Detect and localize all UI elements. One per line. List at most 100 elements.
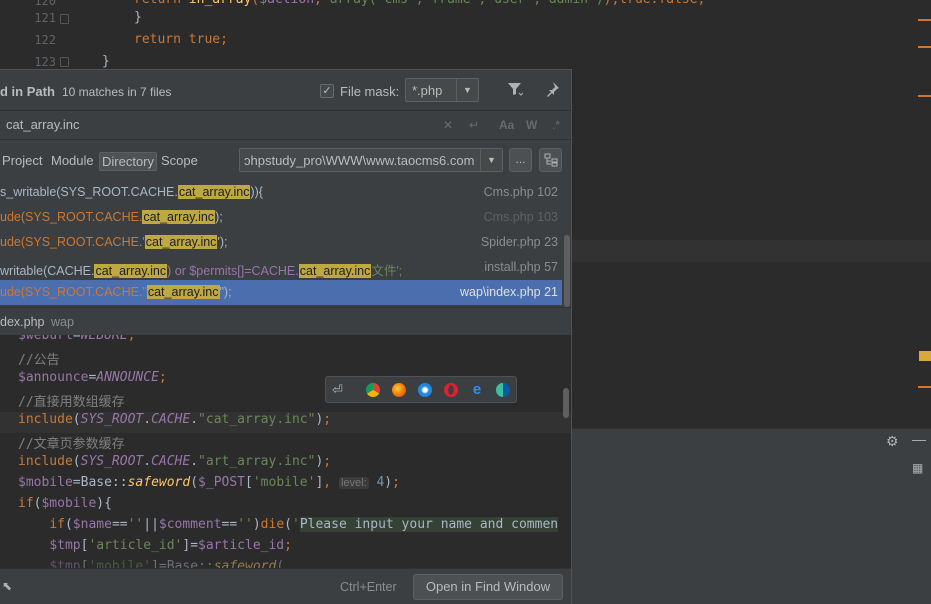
match-count: 10 matches in 7 files	[62, 85, 172, 99]
error-stripe-marker[interactable]	[919, 351, 931, 361]
results-scrollbar-thumb[interactable]	[564, 235, 570, 307]
preview-line-current: include(SYS_ROOT.CACHE."cat_array.inc");	[0, 412, 571, 433]
gear-icon[interactable]: ⚙	[886, 433, 899, 450]
result-text: ude(SYS_ROOT.CACHE."	[0, 285, 147, 299]
result-row[interactable]: writable(CACHE.cat_array.inc) or $permit…	[0, 255, 562, 280]
clear-icon[interactable]: ✕	[443, 118, 453, 132]
browse-button[interactable]: ...	[509, 148, 532, 172]
tab-module[interactable]: Module	[49, 152, 96, 169]
match-highlight: cat_array.inc	[146, 285, 220, 299]
result-text: ');	[217, 235, 228, 249]
filter-icon[interactable]	[507, 81, 524, 100]
preview-line: //直接用数组缓存	[18, 395, 125, 410]
match-highlight: cat_array.inc	[298, 264, 372, 278]
search-row: ✕ ↵ Aa W .*	[0, 110, 571, 140]
result-text: )){	[250, 185, 263, 199]
browser-preview-bar: ⏎ e	[325, 376, 517, 403]
file-mask-value: *.php	[412, 83, 443, 98]
fold-icon[interactable]	[60, 14, 69, 24]
result-row-selected[interactable]: ude(SYS_ROOT.CACHE."cat_array.inc"); wap…	[0, 280, 562, 305]
whole-words-icon[interactable]: W	[526, 118, 537, 132]
pin-icon[interactable]	[544, 81, 560, 100]
opera-icon[interactable]	[444, 383, 458, 397]
find-title: d in Path	[0, 84, 55, 99]
layout-icon[interactable]: ▦	[912, 461, 923, 475]
corner-icon[interactable]: ⬉	[2, 579, 12, 593]
param-hint: level:	[338, 477, 369, 489]
error-stripe-marker[interactable]	[918, 386, 931, 388]
tab-project[interactable]: Project	[0, 152, 44, 169]
preview-file-name: dex.php	[0, 315, 45, 329]
file-mask-label: File mask:	[340, 84, 400, 99]
preview-line: $tmp['article_id']=$article_id;	[49, 538, 292, 553]
search-input[interactable]	[6, 117, 426, 132]
match-highlight: cat_array.inc	[142, 210, 216, 224]
code-line: return in_array($action, array('cms','fr…	[134, 0, 924, 7]
find-footer: ⬉ Ctrl+Enter Open in Find Window	[0, 568, 571, 604]
results-list: s_writable(SYS_ROOT.CACHE.cat_array.inc)…	[0, 180, 562, 307]
wrap-icon[interactable]: ⏎	[332, 383, 346, 397]
result-file: install.php 57	[484, 260, 558, 274]
result-row[interactable]: s_writable(SYS_ROOT.CACHE.cat_array.inc)…	[0, 180, 562, 205]
code-line: }	[134, 10, 142, 25]
line-number: 123	[34, 55, 56, 69]
new-line-icon[interactable]: ↵	[469, 118, 479, 132]
preview-line: $announce=ANNOUNCE;	[18, 370, 167, 385]
directory-combo[interactable]: ɔhpstudy_pro\WWW\www.taocms6.com ▼	[239, 148, 503, 172]
find-in-path-popup: d in Path 10 matches in 7 files ✓ File m…	[0, 69, 572, 604]
line-number: 120	[34, 0, 56, 8]
chevron-down-icon[interactable]: ▼	[456, 79, 478, 101]
preview-line: $weburl=WEBURL;	[18, 335, 136, 343]
preview-line: include(SYS_ROOT.CACHE."art_array.inc");	[18, 454, 332, 469]
code-line: }	[102, 54, 110, 69]
file-mask-combo[interactable]: *.php ▼	[405, 78, 479, 102]
result-text: ");	[219, 285, 232, 299]
safari-icon[interactable]	[418, 383, 432, 397]
preview-line: $tmp['mobile']=Base::safeword(	[49, 559, 285, 568]
open-in-find-window-button[interactable]: Open in Find Window	[413, 574, 563, 600]
result-text: ude(SYS_ROOT.CACHE.'	[0, 235, 145, 249]
result-text: writable(CACHE.	[0, 264, 95, 278]
minimize-icon[interactable]: —	[912, 431, 926, 447]
find-header: d in Path 10 matches in 7 files ✓ File m…	[0, 70, 571, 110]
firefox-icon[interactable]	[392, 383, 406, 397]
result-text: );	[215, 210, 223, 224]
preview-directory: wap	[51, 315, 74, 329]
preview-scrollbar-thumb[interactable]	[563, 388, 569, 418]
chrome-icon[interactable]	[366, 383, 380, 397]
result-text: ude(SYS_ROOT.CACHE.	[0, 210, 143, 224]
recursive-icon[interactable]	[539, 148, 562, 172]
code-preview[interactable]: $weburl=WEBURL; //公告 $announce=ANNOUNCE;…	[0, 335, 571, 568]
preview-line: if($name==''||$comment=='')die('Please i…	[49, 517, 559, 532]
ie-icon[interactable]: e	[470, 382, 484, 397]
current-line-highlight	[560, 240, 931, 262]
chevron-down-icon[interactable]: ▼	[480, 149, 502, 171]
regex-icon[interactable]: .*	[552, 118, 560, 132]
error-stripe-marker[interactable]	[918, 95, 931, 97]
match-case-icon[interactable]: Aa	[499, 118, 514, 132]
match-highlight: cat_array.inc	[177, 185, 251, 199]
error-stripe-marker[interactable]	[918, 46, 931, 48]
preview-line: //公告	[18, 353, 60, 368]
preview-line: if($mobile){	[18, 496, 112, 511]
edge-icon[interactable]	[496, 383, 510, 397]
preview-line: $mobile=Base::safeword($_POST['mobile'],…	[18, 475, 400, 490]
result-text: s_writable(SYS_ROOT.CACHE.	[0, 185, 178, 199]
tool-window-panel: ⚙ — ▦	[560, 428, 931, 604]
result-file: Cms.php 103	[483, 210, 558, 224]
preview-line: //文章页参数缓存	[18, 437, 125, 452]
line-number: 122	[34, 33, 56, 47]
result-file: wap\index.php 21	[460, 285, 558, 299]
result-row[interactable]: ude(SYS_ROOT.CACHE.'cat_array.inc'); Spi…	[0, 230, 562, 255]
error-stripe-marker[interactable]	[918, 19, 931, 21]
fold-icon[interactable]	[60, 57, 69, 67]
match-highlight: cat_array.inc	[144, 235, 218, 249]
directory-value: ɔhpstudy_pro\WWW\www.taocms6.com	[244, 153, 475, 168]
file-mask-checkbox[interactable]: ✓	[320, 84, 334, 98]
tab-scope[interactable]: Scope	[159, 152, 200, 169]
result-row[interactable]: ude(SYS_ROOT.CACHE.cat_array.inc); Cms.p…	[0, 205, 562, 230]
code-line: return true;	[134, 32, 228, 47]
line-number: 121	[34, 11, 56, 25]
result-file: Cms.php 102	[483, 185, 558, 199]
tab-directory[interactable]: Directory	[99, 152, 158, 171]
